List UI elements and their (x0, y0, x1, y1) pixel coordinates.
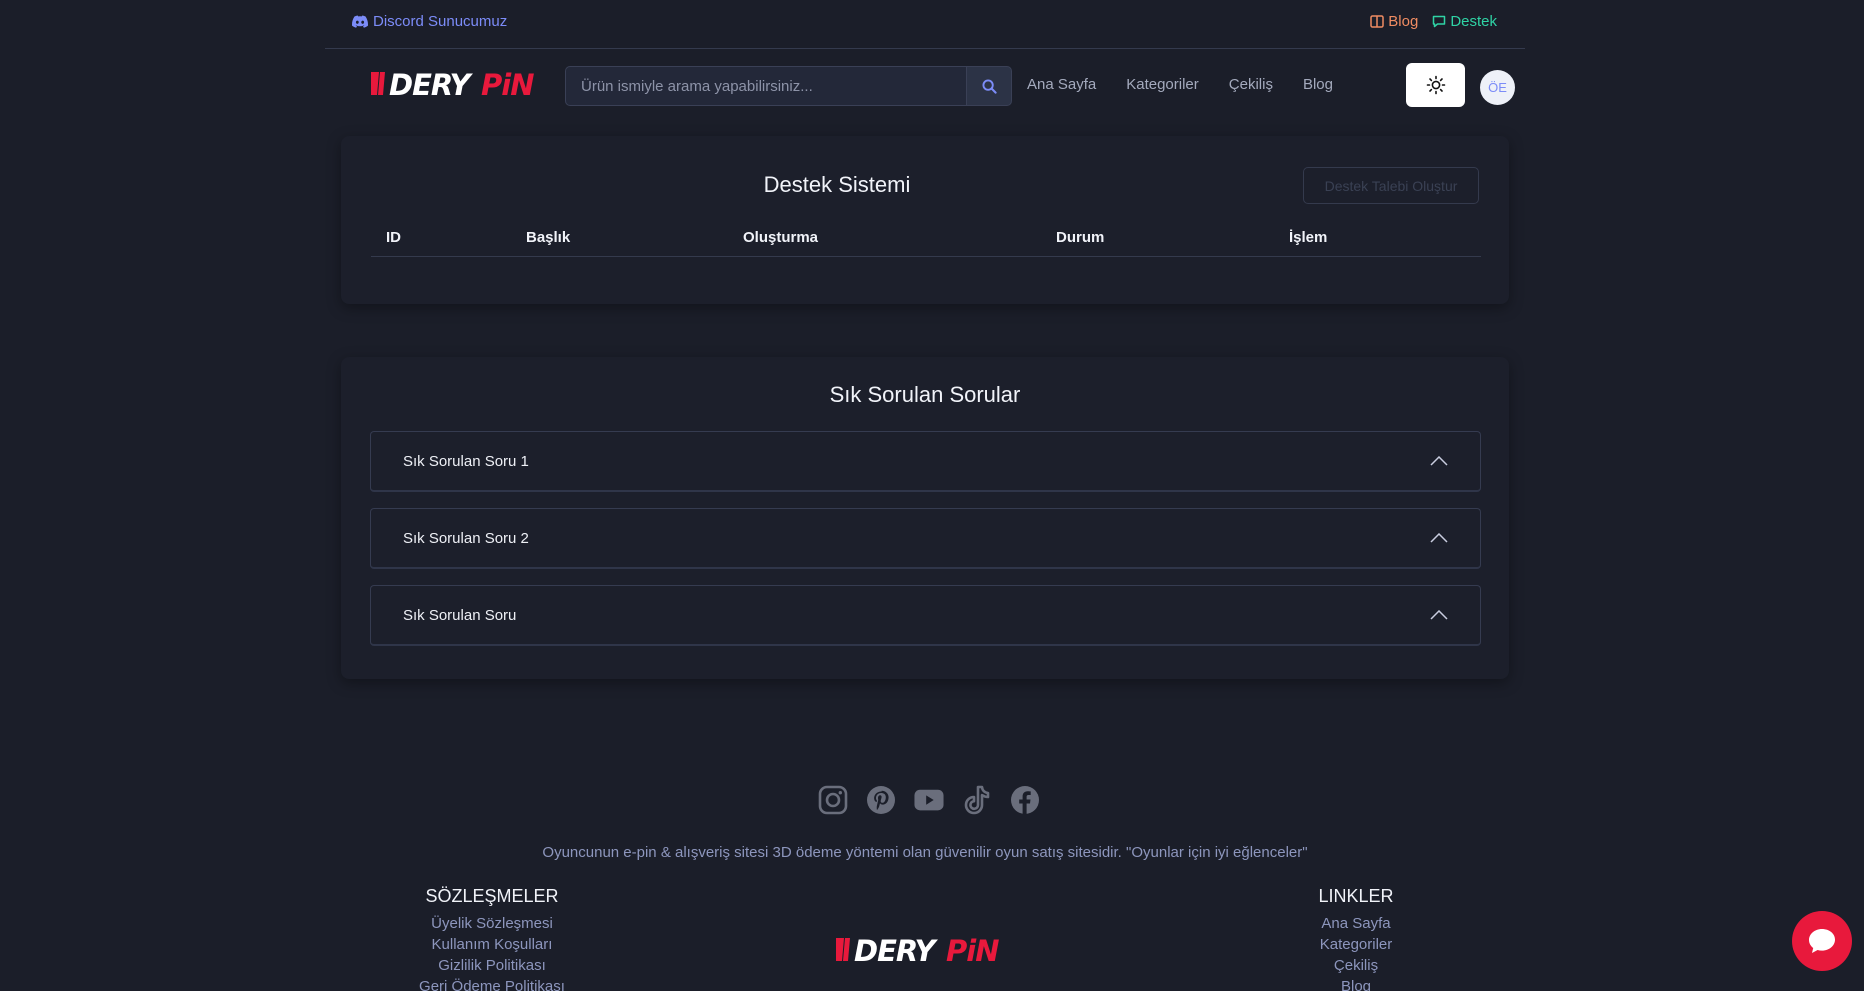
top-links: Blog Destek (1370, 13, 1497, 30)
footer-links-heading: LINKLER (1318, 886, 1394, 906)
support-title: Destek Sistemi (763, 172, 911, 197)
instagram-icon[interactable] (818, 785, 848, 815)
faq-title: Sık Sorulan Sorular (829, 382, 1021, 407)
create-ticket-button[interactable]: Destek Talebi Oluştur (1303, 167, 1479, 204)
footer-link-categories[interactable]: Kategoriler (1296, 934, 1416, 955)
discord-label: Discord Sunucumuz (373, 13, 508, 30)
col-created: Oluşturma (743, 229, 819, 246)
footer-link-giveaway[interactable]: Çekiliş (1296, 955, 1416, 976)
user-avatar[interactable]: ÖE (1480, 70, 1515, 105)
chevron-up-icon (1430, 456, 1448, 466)
faq-item[interactable]: Sık Sorulan Soru 1 (370, 431, 1481, 492)
discord-link[interactable]: Discord Sunucumuz (352, 13, 507, 30)
svg-text:PiN: PiN (481, 68, 534, 100)
faq-item[interactable]: Sık Sorulan Soru (370, 585, 1481, 646)
col-status: Durum (1056, 229, 1105, 246)
top-bar: Discord Sunucumuz Blog Destek (325, 0, 1525, 49)
chat-bubble-icon (1433, 15, 1446, 28)
theme-toggle-button[interactable] (1406, 63, 1465, 107)
top-blog-link[interactable]: Blog (1370, 13, 1418, 30)
social-links (818, 785, 1040, 815)
footer-links-column: LINKLER Ana Sayfa Kategoriler Çekiliş Bl… (1296, 886, 1416, 991)
faq-question: Sık Sorulan Soru 1 (403, 452, 529, 470)
footer-link-home[interactable]: Ana Sayfa (1296, 913, 1416, 934)
svg-text:DERY: DERY (854, 934, 939, 966)
footer-tagline: Oyuncunun e-pin & alışveriş sitesi 3D öd… (542, 844, 1308, 861)
faq-question: Sık Sorulan Soru 2 (403, 529, 529, 547)
sun-icon (1426, 75, 1445, 95)
search-button[interactable] (966, 66, 1012, 106)
site-logo[interactable]: DERY PiN (369, 66, 551, 100)
footer-link-privacy[interactable]: Gizlilik Politikası (412, 955, 572, 976)
youtube-icon[interactable] (914, 785, 944, 815)
nav-giveaway[interactable]: Çekiliş (1229, 76, 1273, 93)
faq-item[interactable]: Sık Sorulan Soru 2 (370, 508, 1481, 569)
svg-text:PiN: PiN (946, 934, 999, 966)
col-title: Başlık (526, 229, 571, 246)
footer-link-terms[interactable]: Kullanım Koşulları (412, 934, 572, 955)
chevron-up-icon (1430, 533, 1448, 543)
nav-categories[interactable]: Kategoriler (1126, 76, 1199, 93)
ticket-table-header: ID Başlık Oluşturma Durum İşlem (371, 221, 1481, 257)
chat-icon (1809, 929, 1835, 953)
facebook-icon[interactable] (1010, 785, 1040, 815)
footer-contracts-heading: SÖZLEŞMELER (425, 886, 559, 906)
nav-blog[interactable]: Blog (1303, 76, 1333, 93)
col-action: İşlem (1289, 229, 1328, 246)
discord-icon (352, 15, 368, 28)
top-support-link[interactable]: Destek (1432, 13, 1497, 30)
top-support-label: Destek (1450, 13, 1497, 30)
footer-link-refund[interactable]: Geri Ödeme Politikası (412, 976, 572, 991)
tiktok-icon[interactable] (962, 785, 992, 815)
main-nav: Ana Sayfa Kategoriler Çekiliş Blog (1027, 76, 1333, 93)
main-header: DERY PiN Ana Sayfa Kategoriler Çekiliş B… (325, 50, 1525, 122)
footer-link-blog[interactable]: Blog (1296, 976, 1416, 991)
pinterest-icon[interactable] (866, 785, 896, 815)
footer-logo[interactable]: DERY PiN (834, 932, 1016, 966)
search-bar (565, 66, 1012, 106)
book-icon (1370, 15, 1385, 28)
search-icon (982, 78, 997, 94)
nav-home[interactable]: Ana Sayfa (1027, 76, 1096, 93)
chevron-up-icon (1430, 610, 1448, 620)
faq-question: Sık Sorulan Soru (403, 606, 517, 624)
col-id: ID (386, 229, 401, 246)
footer-contracts-column: SÖZLEŞMELER Üyelik Sözleşmesi Kullanım K… (412, 886, 572, 991)
svg-text:DERY: DERY (389, 68, 474, 100)
footer-link-membership[interactable]: Üyelik Sözleşmesi (412, 913, 572, 934)
faq-card: Sık Sorulan Sorular Sık Sorulan Soru 1 S… (341, 357, 1509, 679)
top-blog-label: Blog (1388, 13, 1419, 30)
search-input[interactable] (565, 66, 967, 106)
support-system-card: Destek Sistemi Destek Talebi Oluştur ID … (341, 136, 1509, 304)
page: Discord Sunucumuz Blog Destek DERY PiN Ü… (0, 0, 1864, 991)
live-chat-button[interactable] (1792, 911, 1852, 971)
